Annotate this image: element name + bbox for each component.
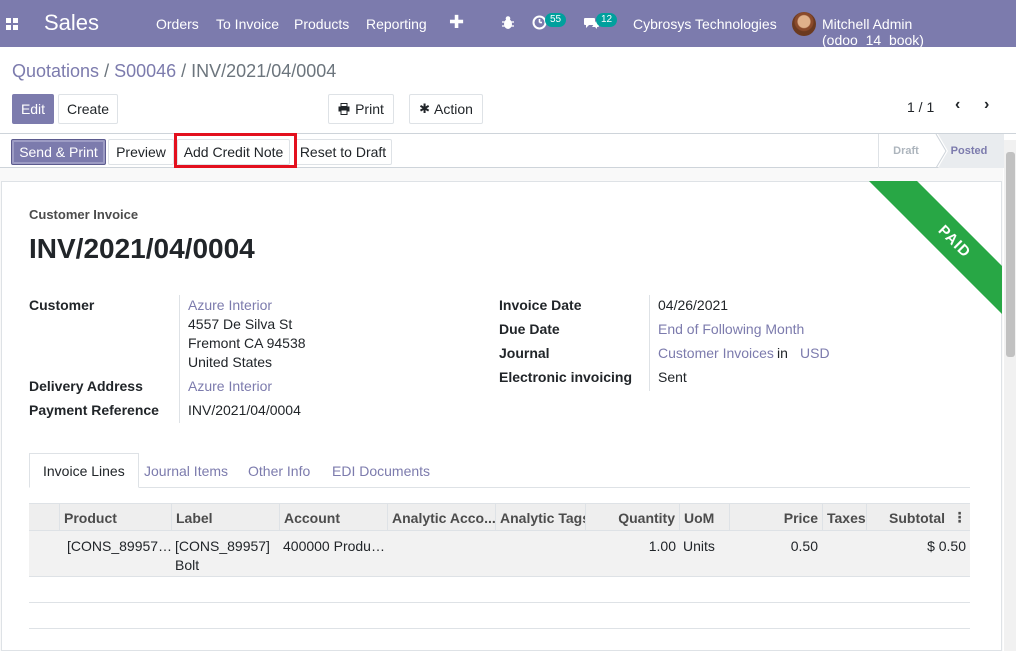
cell-subtotal: $ 0.50 [927,538,966,554]
invoice-date-value: 04/26/2021 [658,297,729,313]
menu-products[interactable]: Products [294,16,349,32]
table-row[interactable]: [CONS_89957… [CONS_89957] Bolt 400000 Pr… [29,531,970,577]
customer-street: 4557 De Silva St [188,316,293,332]
column-analytic-account[interactable]: Analytic Acco... [387,504,495,531]
app-name[interactable]: Sales [44,10,99,36]
plus-icon[interactable]: ✚ [449,12,464,33]
payment-reference-value: INV/2021/04/0004 [188,402,301,418]
menu-orders[interactable]: Orders [156,16,199,32]
customer-city: Fremont CA 94538 [188,335,306,351]
cell-account: 400000 Produ… [283,538,385,554]
add-credit-note-highlight [174,133,297,168]
journal-label: Journal [499,345,550,361]
tab-journal-items[interactable]: Journal Items [131,453,241,488]
top-navbar: Sales Orders To Invoice Products Reporti… [0,0,1016,48]
column-subtotal[interactable]: Subtotal [866,504,949,531]
customer-link[interactable]: Azure Interior [188,297,272,313]
message-count-badge: 12 [596,13,618,27]
paid-ribbon: PAID [862,181,1002,321]
tab-other-info[interactable]: Other Info [235,453,323,488]
journal-link[interactable]: Customer Invoices [658,345,774,361]
cell-quantity: 1.00 [648,538,676,554]
cell-uom: Units [683,538,715,554]
edit-button[interactable]: Edit [12,94,54,124]
invoice-number: INV/2021/04/0004 [29,233,255,264]
gear-icon: ✱ [419,101,430,116]
action-label: Action [433,101,473,117]
empty-row-divider [29,628,970,629]
breadcrumb-separator: / [104,61,110,81]
cell-product: [CONS_89957… [67,538,173,554]
document-type: Customer Invoice [29,207,139,222]
bug-icon[interactable] [501,15,515,31]
stage-draft[interactable]: Draft [878,134,934,168]
currency-link[interactable]: USD [800,345,830,361]
column-analytic-tags[interactable]: Analytic Tags [495,504,585,531]
create-button[interactable]: Create [58,94,118,124]
scrollbar-thumb[interactable] [1006,152,1015,357]
table-header: Product Label Account Analytic Acco... A… [29,503,970,531]
send-print-button[interactable]: Send & Print [11,139,106,165]
pager-value[interactable]: 1 / 1 [907,99,934,115]
due-date-link[interactable]: End of Following Month [658,321,804,337]
user-menu[interactable]: Mitchell Admin (odoo_14_book) [822,16,1016,48]
pager-next-icon[interactable]: › [984,96,989,114]
tab-edi-documents[interactable]: EDI Documents [319,453,443,488]
breadcrumb-sale-order[interactable]: S00046 [114,61,176,81]
cell-label: [CONS_89957] [175,538,270,554]
stage-posted: Posted [950,145,988,157]
action-button[interactable]: ✱ Action [409,94,483,124]
print-label: Print [355,101,384,117]
payment-reference-label: Payment Reference [29,402,159,418]
cell-price: 0.50 [790,538,818,554]
apps-icon[interactable] [6,18,18,30]
breadcrumb-separator: / [181,61,187,81]
electronic-invoicing-label: Electronic invoicing [499,369,633,385]
preview-button[interactable]: Preview [108,139,174,165]
field-divider [179,295,180,423]
delivery-address-link[interactable]: Azure Interior [188,378,272,394]
breadcrumb-quotations[interactable]: Quotations [12,61,99,81]
empty-row-divider [29,602,970,603]
field-divider [649,295,650,391]
column-uom[interactable]: UoM [679,504,729,531]
paid-ribbon-label: PAID [864,181,1002,321]
print-icon [338,103,350,115]
reset-to-draft-button[interactable]: Reset to Draft [294,139,392,165]
print-button[interactable]: Print [328,94,394,124]
journal-in-text: in [777,345,788,361]
breadcrumb: Quotations / S00046/INV/2021/04/0004 [12,61,336,82]
cell-label-line-2: Bolt [175,557,200,573]
customer-country: United States [188,354,273,370]
invoice-date-label: Invoice Date [499,297,582,313]
optional-columns-icon[interactable]: ⋮ [949,504,970,531]
breadcrumb-current: INV/2021/04/0004 [191,61,337,81]
due-date-label: Due Date [499,321,560,337]
column-account[interactable]: Account [279,504,387,531]
status-bar: Send & Print Preview Add Credit Note Res… [0,133,1016,168]
menu-reporting[interactable]: Reporting [366,16,427,32]
column-label[interactable]: Label [171,504,279,531]
column-price[interactable]: Price [729,504,822,531]
column-product[interactable]: Product [59,504,171,531]
column-quantity[interactable]: Quantity [585,504,679,531]
electronic-invoicing-value: Sent [658,369,687,385]
notebook-tabs: Invoice Lines Journal Items Other Info E… [29,453,970,488]
column-taxes[interactable]: Taxes [822,504,866,531]
customer-label: Customer [29,297,95,313]
user-avatar[interactable] [792,12,816,36]
delivery-address-label: Delivery Address [29,378,143,394]
activity-count-badge: 55 [545,13,567,27]
menu-to-invoice[interactable]: To Invoice [216,16,279,32]
company-switcher[interactable]: Cybrosys Technologies [633,16,777,32]
pager-previous-icon[interactable]: ‹ [955,96,960,114]
tab-invoice-lines[interactable]: Invoice Lines [29,453,139,488]
